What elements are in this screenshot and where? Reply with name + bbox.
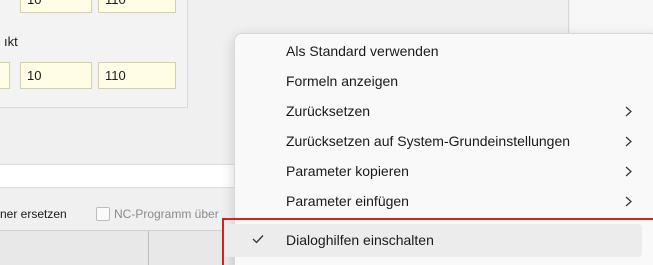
chevron-right-icon bbox=[625, 196, 632, 207]
menu-item-label: Parameter einfügen bbox=[286, 193, 409, 209]
parameter-field-row2-0[interactable] bbox=[0, 62, 10, 89]
parameter-group-box bbox=[0, 0, 188, 108]
menu-item-als-standard-verwenden[interactable]: Als Standard verwenden bbox=[235, 36, 653, 66]
highlight-frame bbox=[222, 218, 653, 265]
menu-item-parameter-kopieren[interactable]: Parameter kopieren bbox=[235, 156, 653, 186]
parameter-field-top-2[interactable]: 110 bbox=[98, 0, 176, 13]
parameter-field-row2-1[interactable]: 10 bbox=[20, 62, 92, 89]
menu-item-label: Als Standard verwenden bbox=[286, 43, 439, 59]
nc-program-option-label[interactable]: NC-Programm über bbox=[114, 207, 219, 221]
parameter-field-top-1[interactable]: 10 bbox=[20, 0, 92, 13]
replace-option-label[interactable]: ner ersetzen bbox=[0, 207, 67, 221]
menu-item-zuruecksetzen[interactable]: Zurücksetzen bbox=[235, 96, 653, 126]
bottom-separator bbox=[148, 231, 149, 265]
menu-item-label: Parameter kopieren bbox=[286, 163, 409, 179]
chevron-right-icon bbox=[625, 106, 632, 117]
nc-program-checkbox[interactable] bbox=[96, 207, 110, 221]
chevron-right-icon bbox=[625, 166, 632, 177]
menu-item-formeln-anzeigen[interactable]: Formeln anzeigen bbox=[235, 66, 653, 96]
menu-item-parameter-einfuegen[interactable]: Parameter einfügen bbox=[235, 186, 653, 216]
parameter-field-row2-2[interactable]: 110 bbox=[98, 62, 176, 89]
menu-item-label: Formeln anzeigen bbox=[286, 73, 399, 89]
menu-item-label: Zurücksetzen auf System-Grundeinstellung… bbox=[286, 133, 571, 149]
menu-item-zuruecksetzen-system[interactable]: Zurücksetzen auf System-Grundeinstellung… bbox=[235, 126, 653, 156]
group-label: ıkt bbox=[4, 34, 18, 49]
menu-item-label: Zurücksetzen bbox=[286, 103, 371, 119]
chevron-right-icon bbox=[625, 136, 632, 147]
